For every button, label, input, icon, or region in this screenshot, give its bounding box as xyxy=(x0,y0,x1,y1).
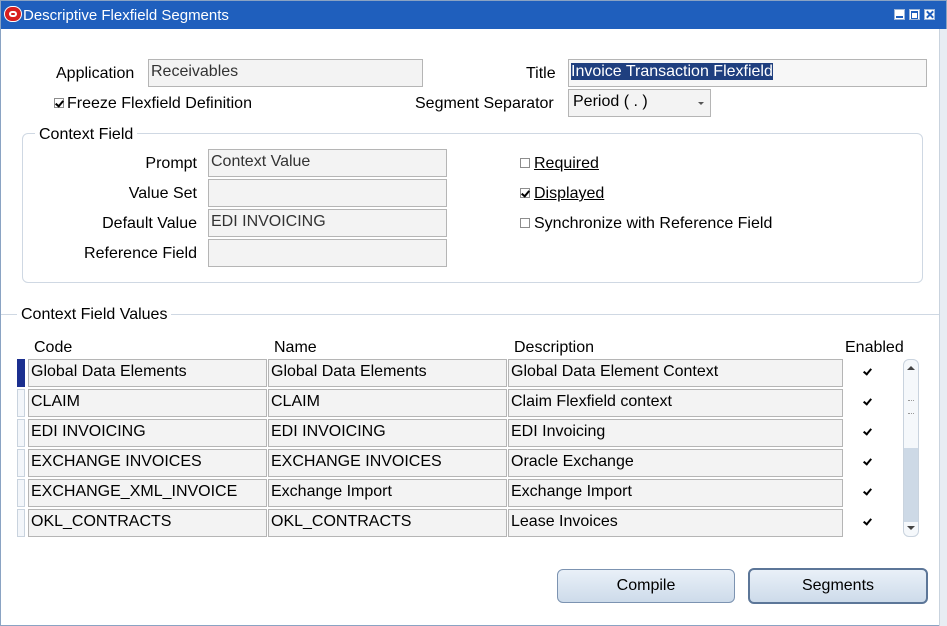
column-header-description: Description xyxy=(514,339,595,356)
name-cell[interactable]: OKL_CONTRACTS xyxy=(268,509,507,537)
maximize-icon[interactable] xyxy=(909,9,920,20)
title-field[interactable]: Invoice Transaction Flexfield xyxy=(568,59,927,87)
title-bar[interactable]: Descriptive Flexfield Segments xyxy=(1,1,946,29)
displayed-checkbox[interactable] xyxy=(520,188,530,198)
enabled-checkbox[interactable] xyxy=(863,367,873,377)
application-label: Application xyxy=(56,65,135,82)
column-header-enabled: Enabled xyxy=(845,339,904,356)
background-window-edge xyxy=(939,29,947,626)
name-cell[interactable]: CLAIM xyxy=(268,389,507,417)
scroll-down-icon[interactable] xyxy=(907,526,915,530)
oracle-logo-icon xyxy=(4,6,22,22)
row-indicator[interactable] xyxy=(17,389,25,417)
scroll-up-icon[interactable] xyxy=(907,366,915,370)
row-indicator[interactable] xyxy=(17,449,25,477)
description-cell[interactable]: Exchange Import xyxy=(508,479,843,507)
description-cell[interactable]: Global Data Element Context xyxy=(508,359,843,387)
context-field-title: Context Field xyxy=(35,126,138,144)
scroll-grip-icon xyxy=(908,400,914,414)
table-scrollbar[interactable] xyxy=(903,359,919,537)
synchronize-checkbox[interactable] xyxy=(520,218,530,228)
name-cell[interactable]: Exchange Import xyxy=(268,479,507,507)
description-cell[interactable]: EDI Invoicing xyxy=(508,419,843,447)
freeze-checkbox[interactable] xyxy=(54,98,64,108)
context-field-values-title: Context Field Values xyxy=(17,306,172,324)
description-cell[interactable]: Claim Flexfield context xyxy=(508,389,843,417)
close-icon[interactable] xyxy=(924,9,935,20)
row-indicator[interactable] xyxy=(17,359,25,387)
row-indicator[interactable] xyxy=(17,509,25,537)
code-cell[interactable]: Global Data Elements xyxy=(28,359,267,387)
minimize-icon[interactable] xyxy=(894,9,905,20)
name-cell[interactable]: EXCHANGE INVOICES xyxy=(268,449,507,477)
application-field[interactable]: Receivables xyxy=(148,59,423,87)
value-set-field[interactable] xyxy=(208,179,447,207)
displayed-label: Displayed xyxy=(534,185,605,202)
row-indicator[interactable] xyxy=(17,479,25,507)
enabled-checkbox[interactable] xyxy=(863,427,873,437)
enabled-checkbox[interactable] xyxy=(863,397,873,407)
default-value-field[interactable]: EDI INVOICING xyxy=(208,209,447,237)
title-value: Invoice Transaction Flexfield xyxy=(571,63,773,80)
description-cell[interactable]: Lease Invoices xyxy=(508,509,843,537)
compile-button-label: Compile xyxy=(616,577,676,594)
default-value-label: Default Value xyxy=(102,215,197,232)
reference-field-label: Reference Field xyxy=(84,245,197,262)
row-indicator[interactable] xyxy=(17,419,25,447)
value-set-label: Value Set xyxy=(128,185,197,202)
enabled-checkbox[interactable] xyxy=(863,457,873,467)
code-cell[interactable]: EDI INVOICING xyxy=(28,419,267,447)
required-checkbox[interactable] xyxy=(520,158,530,168)
enabled-checkbox[interactable] xyxy=(863,517,873,527)
segment-separator-value: Period ( . ) xyxy=(573,93,648,110)
segment-separator-select[interactable]: Period ( . ) xyxy=(568,89,711,117)
segments-button[interactable]: Segments xyxy=(748,568,928,604)
compile-button[interactable]: Compile xyxy=(557,569,735,603)
name-cell[interactable]: EDI INVOICING xyxy=(268,419,507,447)
reference-field-input[interactable] xyxy=(208,239,447,267)
name-cell[interactable]: Global Data Elements xyxy=(268,359,507,387)
code-cell[interactable]: EXCHANGE INVOICES xyxy=(28,449,267,477)
synchronize-label: Synchronize with Reference Field xyxy=(534,215,773,232)
required-label: Required xyxy=(534,155,599,172)
segment-separator-label: Segment Separator xyxy=(415,95,554,112)
title-label: Title xyxy=(526,65,556,82)
chevron-down-icon xyxy=(698,102,704,105)
code-cell[interactable]: OKL_CONTRACTS xyxy=(28,509,267,537)
code-cell[interactable]: EXCHANGE_XML_INVOICE xyxy=(28,479,267,507)
enabled-checkbox[interactable] xyxy=(863,487,873,497)
code-cell[interactable]: CLAIM xyxy=(28,389,267,417)
flexfield-window: Descriptive Flexfield Segments Applicati… xyxy=(0,0,947,626)
freeze-label: Freeze Flexfield Definition xyxy=(67,95,252,112)
scroll-thumb[interactable] xyxy=(904,448,918,522)
description-cell[interactable]: Oracle Exchange xyxy=(508,449,843,477)
prompt-label: Prompt xyxy=(145,155,197,172)
prompt-field[interactable]: Context Value xyxy=(208,149,447,177)
window-title: Descriptive Flexfield Segments xyxy=(23,7,229,24)
segments-button-label: Segments xyxy=(801,577,875,594)
column-header-name: Name xyxy=(274,339,317,356)
column-header-code: Code xyxy=(34,339,73,356)
